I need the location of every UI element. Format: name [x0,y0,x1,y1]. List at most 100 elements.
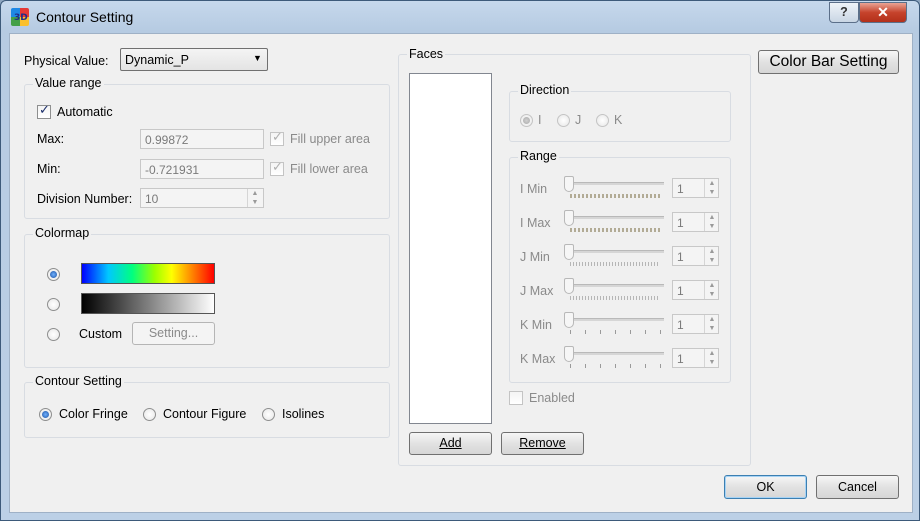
spin-up-icon[interactable]: ▲ [705,349,719,358]
fill-lower-label: Fill lower area [290,162,368,176]
faces-list[interactable] [409,73,492,424]
range-j-max-slider-thumb[interactable] [564,278,574,294]
spin-up-icon[interactable]: ▲ [705,213,719,222]
spin-up-icon[interactable]: ▲ [248,189,262,198]
colormap-setting-button[interactable]: Setting... [132,322,215,345]
color-bar-setting-button[interactable]: Color Bar Setting [758,50,899,74]
range-j-max-spinner[interactable]: ▲ ▼ [704,281,719,299]
custom-label: Custom [79,327,123,341]
range-j-min-slider-thumb[interactable] [564,244,574,260]
range-i-min-slider-thumb[interactable] [564,176,574,192]
range-k-max-label: K Max [520,352,556,366]
contour-figure-radio[interactable] [143,408,156,421]
spin-up-icon[interactable]: ▲ [705,315,719,324]
range-k-max-slider-thumb[interactable] [564,346,574,362]
enabled-checkbox[interactable] [509,391,523,405]
spin-up-icon[interactable]: ▲ [705,247,719,256]
max-label: Max: [37,132,65,146]
value-range-title: Value range [33,76,104,90]
division-number-spinner[interactable]: ▲ ▼ [247,189,262,207]
close-button[interactable]: ✕ [859,2,907,23]
range-k-min-label: K Min [520,318,552,332]
range-i-min-label: I Min [520,182,548,196]
range-k-min-ticks [570,330,662,334]
spin-up-icon[interactable]: ▲ [705,179,719,188]
range-j-min-slider[interactable] [568,250,664,253]
fill-upper-checkbox[interactable] [270,130,284,146]
cancel-button[interactable]: Cancel [816,475,899,499]
spin-down-icon[interactable]: ▼ [705,188,719,197]
direction-title: Direction [518,83,572,97]
add-face-button[interactable]: Add [409,432,492,455]
spin-down-icon[interactable]: ▼ [248,198,262,207]
ok-button[interactable]: OK [724,475,807,499]
dialog-client: Physical Value: Dynamic_P ▼ Value range … [9,33,913,513]
colormap-title: Colormap [33,226,92,240]
window-title: Contour Setting [36,9,134,25]
colormap-grayscale-radio[interactable] [47,298,60,311]
range-j-min-spinner[interactable]: ▲ ▼ [704,247,719,265]
range-title: Range [518,149,559,163]
range-k-max-slider[interactable] [568,352,664,355]
range-k-max-spinner[interactable]: ▲ ▼ [704,349,719,367]
direction-i-radio[interactable] [520,114,533,127]
grayscale-colormap-swatch[interactable] [81,293,215,314]
spin-down-icon[interactable]: ▼ [705,324,719,333]
spin-down-icon[interactable]: ▼ [705,290,719,299]
rainbow-colormap-swatch[interactable] [81,263,215,284]
physical-value-label: Physical Value: [24,54,109,68]
range-k-min-slider[interactable] [568,318,664,321]
spin-down-icon[interactable]: ▼ [705,222,719,231]
colormap-custom-radio[interactable] [47,328,60,341]
range-i-min-ticks [570,194,660,198]
direction-k-radio[interactable] [596,114,609,127]
range-j-max-label: J Max [520,284,554,298]
range-j-max-slider[interactable] [568,284,664,287]
automatic-checkbox[interactable] [37,103,51,119]
range-i-max-slider-thumb[interactable] [564,210,574,226]
help-button[interactable]: ? [829,2,859,23]
fill-lower-checkbox[interactable] [270,160,284,176]
range-i-max-spinner[interactable]: ▲ ▼ [704,213,719,231]
range-k-min-spinner[interactable]: ▲ ▼ [704,315,719,333]
range-i-min-slider[interactable] [568,182,664,185]
direction-group: Direction I J K [509,83,731,142]
contour-setting-title: Contour Setting [33,374,124,388]
range-j-max-ticks [570,296,660,300]
add-face-label: Add [439,436,462,450]
faces-title: Faces [407,47,446,61]
range-j-min-label: J Min [520,250,550,264]
spin-down-icon[interactable]: ▼ [705,256,719,265]
chevron-down-icon: ▼ [253,53,262,63]
physical-value-dropdown[interactable]: Dynamic_P ▼ [120,48,268,71]
contour-setting-group: Contour Setting Color Fringe Contour Fig… [24,374,390,438]
colormap-group: Colormap Custom Setting... [24,226,390,368]
range-k-min-slider-thumb[interactable] [564,312,574,328]
range-i-min-spinner[interactable]: ▲ ▼ [704,179,719,197]
direction-k-label: K [614,113,623,127]
title-bar[interactable]: 3D Contour Setting ? ✕ [1,1,919,33]
enabled-label: Enabled [529,391,575,405]
faces-group: Faces Direction I J K Range I Min 1 ▲ ▼ I Ma… [398,47,751,466]
min-input[interactable]: -0.721931 [140,159,264,179]
division-number-label: Division Number: [37,192,133,206]
isolines-label: Isolines [282,407,325,421]
color-fringe-radio[interactable] [39,408,52,421]
automatic-label: Automatic [57,105,113,119]
range-k-max-ticks [570,364,662,368]
min-label: Min: [37,162,61,176]
range-i-max-slider[interactable] [568,216,664,219]
remove-face-button[interactable]: Remove [501,432,584,455]
division-number-input[interactable]: 10 [140,188,264,208]
spin-down-icon[interactable]: ▼ [705,358,719,367]
direction-j-label: J [575,113,582,127]
contour-setting-window: 3D Contour Setting ? ✕ Physical Value: D… [0,0,920,521]
direction-j-radio[interactable] [557,114,570,127]
colormap-rainbow-radio[interactable] [47,268,60,281]
range-i-max-ticks [570,228,660,232]
spin-up-icon[interactable]: ▲ [705,281,719,290]
isolines-radio[interactable] [262,408,275,421]
max-input[interactable]: 0.99872 [140,129,264,149]
remove-face-label: Remove [519,436,566,450]
contour-figure-label: Contour Figure [163,407,247,421]
